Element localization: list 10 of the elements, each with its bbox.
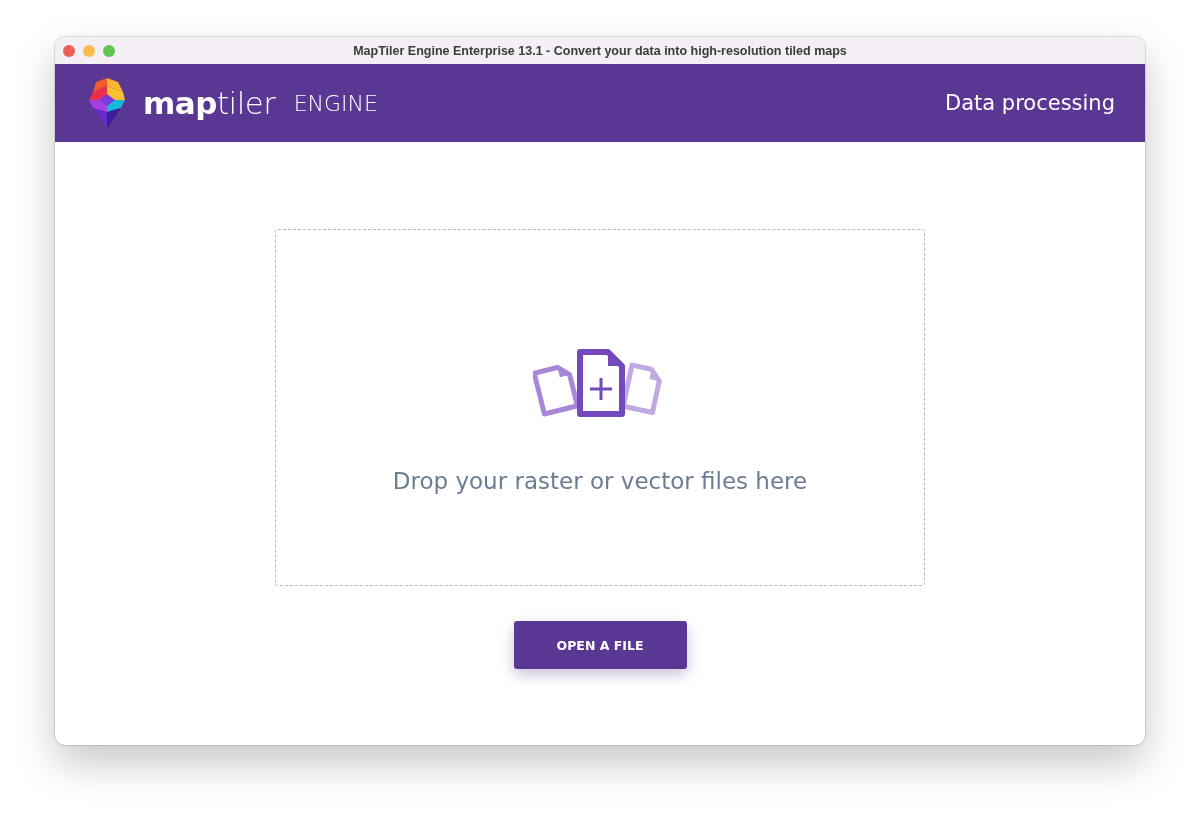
section-title: Data processing <box>945 91 1115 115</box>
window-title: MapTiler Engine Enterprise 13.1 - Convert your data into high-resolution tiled maps <box>353 43 847 58</box>
open-file-button[interactable]: OPEN A FILE <box>513 621 687 669</box>
minimize-button[interactable] <box>83 44 95 57</box>
drop-zone[interactable]: Drop your raster or vector files here <box>275 229 925 586</box>
logo-wordmark: maptiler <box>143 85 276 121</box>
zoom-button[interactable] <box>103 44 115 57</box>
drop-instructions: Drop your raster or vector files here <box>392 468 808 494</box>
logo-suffix: ENGINE <box>293 90 378 116</box>
close-button[interactable] <box>63 44 75 57</box>
